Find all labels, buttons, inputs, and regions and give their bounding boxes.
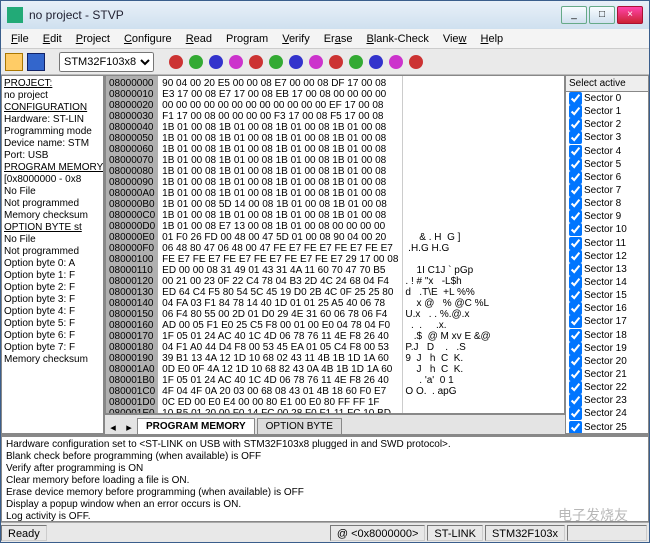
sector-checkbox[interactable]: Sector 23	[566, 394, 648, 407]
sector-checkbox[interactable]: Sector 17	[566, 315, 648, 328]
status-device: STM32F103x	[485, 525, 565, 541]
menu-help[interactable]: Help	[475, 31, 510, 47]
menu-file[interactable]: File	[5, 31, 35, 47]
bug-icon[interactable]	[169, 55, 183, 69]
sector-checkbox[interactable]: Sector 13	[566, 263, 648, 276]
output-log[interactable]: Hardware configuration set to <ST-LINK o…	[1, 436, 649, 522]
sector-checkbox[interactable]: Sector 20	[566, 355, 648, 368]
menu-configure[interactable]: Configure	[118, 31, 178, 47]
statusbar: Ready @ <0x8000000> ST-LINK STM32F103x	[1, 522, 649, 542]
hex-column: 90 04 00 20 E5 00 00 08 E7 00 00 08 DF 1…	[158, 76, 402, 413]
ascii-column: & . H G ] .H.G H.G 1I C1J ` pGp . ! # "x…	[402, 76, 492, 413]
bug-icon[interactable]	[189, 55, 203, 69]
hex-view[interactable]: 08000000 08000010 08000020 08000030 0800…	[105, 75, 565, 414]
sector-checkbox[interactable]: Sector 18	[566, 329, 648, 342]
bug-icon[interactable]	[349, 55, 363, 69]
bug-icon[interactable]	[289, 55, 303, 69]
maximize-button[interactable]: □	[589, 6, 615, 24]
sector-checkbox[interactable]: Sector 12	[566, 250, 648, 263]
sector-checkbox[interactable]: Sector 0	[566, 92, 648, 105]
menubar: File Edit Project Configure Read Program…	[1, 29, 649, 49]
sector-checkbox[interactable]: Sector 9	[566, 210, 648, 223]
menu-blankcheck[interactable]: Blank-Check	[360, 31, 434, 47]
sector-checkbox[interactable]: Sector 6	[566, 171, 648, 184]
sector-checkbox[interactable]: Sector 24	[566, 407, 648, 420]
device-select[interactable]: STM32F103x8	[59, 52, 154, 72]
save-icon[interactable]	[27, 53, 45, 71]
menu-program[interactable]: Program	[220, 31, 274, 47]
sector-checkbox[interactable]: Sector 8	[566, 197, 648, 210]
tabs: ◂ ▸ PROGRAM MEMORY OPTION BYTE	[105, 414, 565, 434]
bug-icon[interactable]	[329, 55, 343, 69]
status-link: ST-LINK	[427, 525, 483, 541]
menu-erase[interactable]: Erase	[318, 31, 359, 47]
bug-icon[interactable]	[389, 55, 403, 69]
tab-left-arrow[interactable]: ◂	[105, 421, 121, 434]
window-title: no project - STVP	[29, 8, 561, 22]
sector-checkbox[interactable]: Sector 15	[566, 289, 648, 302]
sector-checkbox[interactable]: Sector 16	[566, 302, 648, 315]
bug-icon[interactable]	[269, 55, 283, 69]
sector-checkbox[interactable]: Sector 7	[566, 184, 648, 197]
sector-checkbox[interactable]: Sector 5	[566, 158, 648, 171]
status-ready: Ready	[1, 525, 47, 541]
tab-option-byte[interactable]: OPTION BYTE	[257, 418, 342, 434]
app-window: no project - STVP _ □ × File Edit Projec…	[0, 0, 650, 543]
sector-checkbox[interactable]: Sector 22	[566, 381, 648, 394]
address-column: 08000000 08000010 08000020 08000030 0800…	[106, 76, 158, 413]
tab-right-arrow[interactable]: ▸	[121, 421, 137, 434]
bug-icon[interactable]	[249, 55, 263, 69]
minimize-button[interactable]: _	[561, 6, 587, 24]
sector-checkbox[interactable]: Sector 14	[566, 276, 648, 289]
bug-icon[interactable]	[209, 55, 223, 69]
titlebar: no project - STVP _ □ ×	[1, 1, 649, 29]
status-spare	[567, 525, 647, 541]
sector-panel: Select active Sector 0Sector 1Sector 2Se…	[565, 75, 649, 434]
info-panel: PROJECT: no project CONFIGURATION Hardwa…	[1, 75, 105, 434]
sector-checkbox[interactable]: Sector 3	[566, 131, 648, 144]
menu-read[interactable]: Read	[180, 31, 218, 47]
tab-program-memory[interactable]: PROGRAM MEMORY	[137, 418, 255, 434]
menu-verify[interactable]: Verify	[276, 31, 316, 47]
toolbar: STM32F103x8	[1, 49, 649, 75]
bug-icon[interactable]	[309, 55, 323, 69]
sector-checkbox[interactable]: Sector 25	[566, 421, 648, 434]
menu-project[interactable]: Project	[70, 31, 116, 47]
sector-checkbox[interactable]: Sector 4	[566, 145, 648, 158]
app-icon	[7, 7, 23, 23]
status-address: @ <0x8000000>	[330, 525, 426, 541]
bug-icon[interactable]	[409, 55, 423, 69]
close-button[interactable]: ×	[617, 6, 643, 24]
sector-checkbox[interactable]: Sector 2	[566, 118, 648, 131]
bug-icon[interactable]	[229, 55, 243, 69]
menu-edit[interactable]: Edit	[37, 31, 68, 47]
sector-header: Select active	[566, 76, 648, 92]
open-icon[interactable]	[5, 53, 23, 71]
sector-checkbox[interactable]: Sector 19	[566, 342, 648, 355]
sector-checkbox[interactable]: Sector 11	[566, 237, 648, 250]
sector-checkbox[interactable]: Sector 21	[566, 368, 648, 381]
bug-icon[interactable]	[369, 55, 383, 69]
menu-view[interactable]: View	[437, 31, 473, 47]
sector-checkbox[interactable]: Sector 10	[566, 223, 648, 236]
sector-checkbox[interactable]: Sector 1	[566, 105, 648, 118]
